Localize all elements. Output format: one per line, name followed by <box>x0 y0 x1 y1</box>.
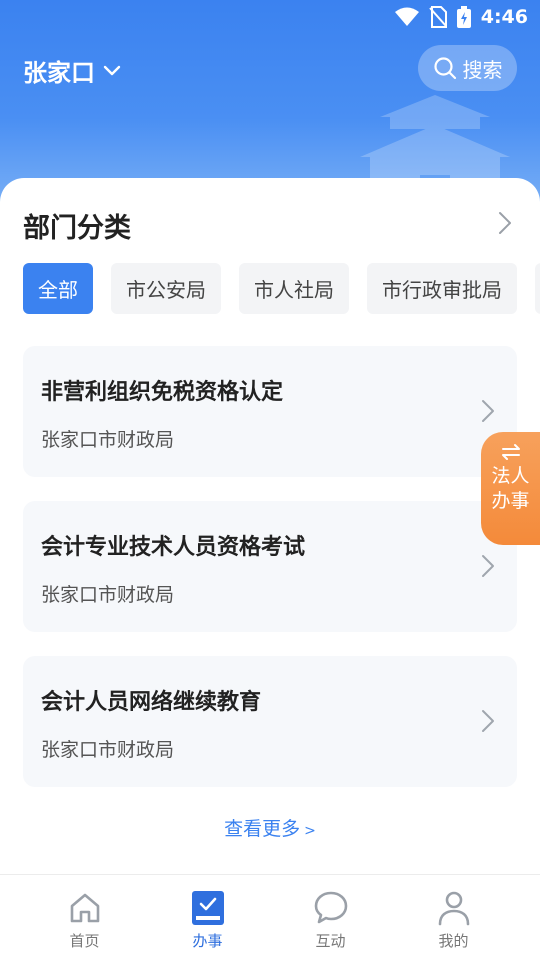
home-icon <box>70 893 99 923</box>
section-title: 部门分类 <box>23 213 131 244</box>
category-chips: 全部 市公安局 市人社局 市行政审批局 <box>23 263 540 314</box>
chevron-right-icon <box>482 555 494 577</box>
list-item[interactable]: 会计专业技术人员资格考试 张家口市财政局 <box>23 501 517 632</box>
float-label-line1: 法人 <box>491 465 530 487</box>
swap-icon <box>501 444 520 460</box>
task-icon <box>191 891 224 925</box>
wifi-icon <box>394 7 419 26</box>
chip-overflow[interactable] <box>535 263 540 314</box>
chevron-down-icon <box>103 65 121 75</box>
user-icon <box>438 891 469 926</box>
tab-home[interactable]: 首页 <box>17 875 152 960</box>
tab-label: 我的 <box>438 932 469 950</box>
tab-label: 互动 <box>315 932 346 950</box>
item-title: 会计人员网络继续教育 <box>41 690 262 715</box>
status-time: 4:46 <box>480 6 528 28</box>
list-item[interactable]: 会计人员网络继续教育 张家口市财政局 <box>23 656 517 787</box>
item-title: 会计专业技术人员资格考试 <box>41 535 306 560</box>
item-department: 张家口市财政局 <box>41 429 175 451</box>
chevron-right-icon <box>499 212 511 234</box>
tab-label: 首页 <box>69 932 100 950</box>
chip-all[interactable]: 全部 <box>23 263 93 314</box>
view-more-chevron: > <box>304 823 316 839</box>
search-label: 搜索 <box>462 57 503 82</box>
item-department: 张家口市财政局 <box>41 584 175 606</box>
view-more-label: 查看更多 <box>224 818 301 840</box>
view-more-link[interactable]: 查看更多 > <box>0 814 540 841</box>
chip-social-security[interactable]: 市人社局 <box>239 263 349 314</box>
category-header[interactable]: 部门分类 <box>23 206 517 244</box>
list-item[interactable]: 非营利组织免税资格认定 张家口市财政局 <box>23 346 517 477</box>
chat-icon <box>314 891 347 924</box>
no-sim-icon <box>428 6 447 28</box>
chevron-right-icon <box>482 400 494 422</box>
float-label-line2: 办事 <box>491 490 530 512</box>
tab-label: 办事 <box>192 932 223 950</box>
chevron-right-icon <box>482 710 494 732</box>
item-title: 非营利组织免税资格认定 <box>41 380 284 405</box>
status-bar: 4:46 <box>0 0 540 36</box>
bottom-tab-bar: 首页 办事 互动 我的 <box>0 874 540 960</box>
chip-public-security[interactable]: 市公安局 <box>111 263 221 314</box>
city-selector[interactable]: 张家口 <box>23 53 121 88</box>
battery-charging-icon <box>456 6 471 28</box>
tab-tasks[interactable]: 办事 <box>140 875 275 960</box>
content-card: 部门分类 全部 市公安局 市人社局 市行政审批局 非营利组织免税资格认定 张家口… <box>0 178 540 878</box>
tab-mine[interactable]: 我的 <box>386 875 521 960</box>
search-button[interactable]: 搜索 <box>418 45 517 91</box>
item-department: 张家口市财政局 <box>41 739 175 761</box>
legal-entity-button[interactable]: 法人 办事 <box>481 432 540 545</box>
search-icon <box>433 57 456 80</box>
chip-administrative-approval[interactable]: 市行政审批局 <box>367 263 517 314</box>
city-name: 张家口 <box>23 59 95 87</box>
tab-interact[interactable]: 互动 <box>263 875 398 960</box>
